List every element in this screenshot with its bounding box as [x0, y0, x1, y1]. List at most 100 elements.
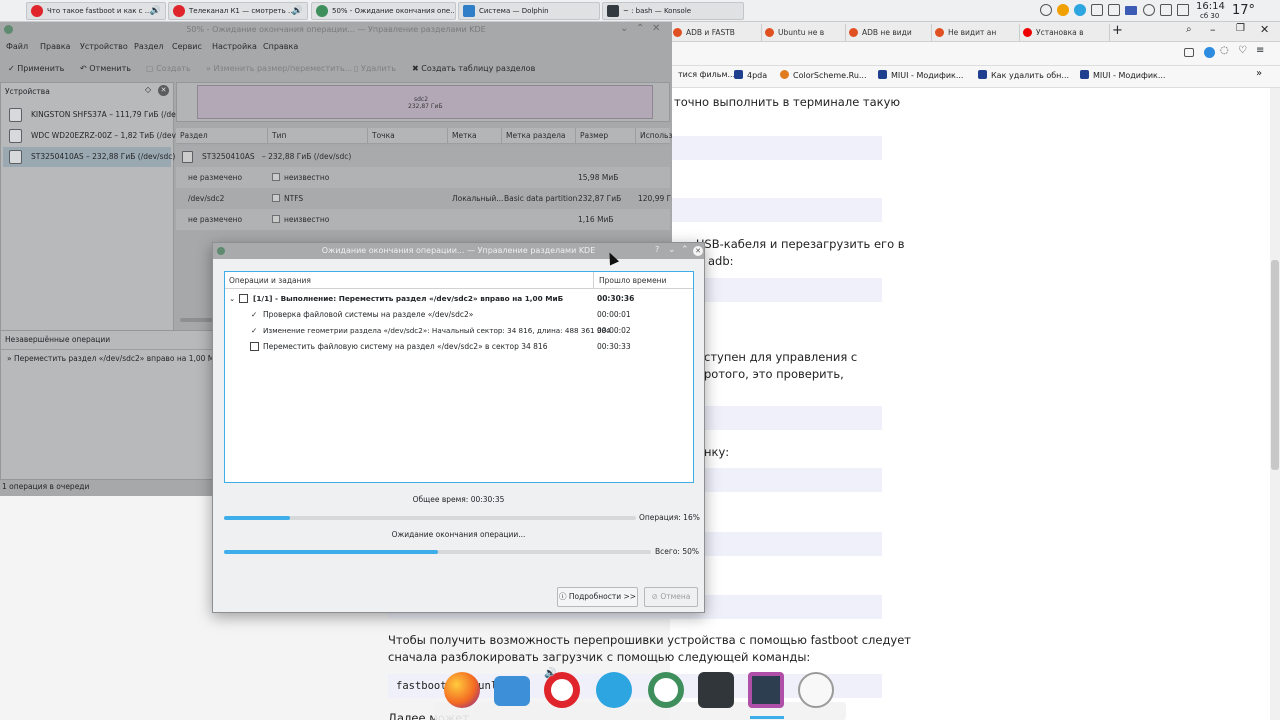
terminal-icon[interactable] — [698, 672, 734, 708]
browser-tab[interactable]: Ubuntu не в — [762, 24, 846, 41]
new-partition-table-button[interactable]: ✖ Создать таблицу разделов — [412, 64, 535, 73]
device-item[interactable]: KINGSTON SHFS37A – 111,79 ГиБ (/de... — [3, 105, 183, 125]
clipboard-icon[interactable] — [1091, 4, 1103, 16]
browser-tab[interactable]: Установка в — [1020, 24, 1110, 41]
vpn-icon[interactable] — [1204, 47, 1215, 58]
new-tab-button[interactable]: + — [1112, 23, 1123, 38]
minimize-icon[interactable]: ⌄ — [668, 245, 676, 255]
menu-partition[interactable]: Раздел — [134, 42, 164, 51]
create-button[interactable]: ▢ Создать — [146, 64, 191, 73]
collapse-icon[interactable]: ⌄ — [229, 291, 235, 307]
more-bookmarks-icon[interactable]: » — [1256, 68, 1262, 79]
task-partition-manager[interactable]: 50% - Ожидание окончания опе... — [311, 2, 456, 20]
telegram-icon[interactable] — [596, 672, 632, 708]
menu-device[interactable]: Устройство — [80, 42, 128, 51]
apply-button[interactable]: ✓ Применить — [8, 64, 64, 73]
device-item-selected[interactable]: ST3250410AS – 232,88 ГиБ (/dev/sdc) — [3, 147, 175, 167]
bookmark[interactable]: MIUI - Модифик... — [878, 70, 963, 80]
speaker-icon[interactable]: 🔊 — [150, 3, 161, 19]
updates-icon[interactable] — [1057, 4, 1069, 16]
battery-icon[interactable] — [1177, 4, 1189, 16]
menu-icon[interactable]: ≡ — [1256, 45, 1264, 56]
wallet-icon[interactable]: ◌ — [1220, 45, 1229, 56]
column-operations[interactable]: Операции и задания — [229, 272, 311, 289]
pending-operation-item[interactable]: » Переместить раздел «/dev/sdc2» вправо … — [7, 354, 224, 363]
job-row[interactable]: ✓ Проверка файловой системы на разделе «… — [225, 307, 693, 323]
total-percent: Всего: 50% — [655, 547, 699, 556]
maximize-icon[interactable]: ⌃ — [681, 245, 689, 255]
folder-icon[interactable] — [494, 676, 530, 706]
devices-panel: Устройства ◇ ✕ KINGSTON SHFS37A – 111,79… — [0, 82, 183, 332]
taskbar: Что такое fastboot и как с ... 🔊 Телекан… — [0, 0, 1280, 22]
minimize-icon[interactable]: ⌄ — [620, 23, 628, 34]
new-icon: ▢ — [146, 64, 157, 73]
table-row[interactable]: не размечено неизвестно 1,16 МиБ — [176, 209, 670, 230]
bluetooth-icon[interactable] — [1143, 4, 1155, 16]
job-row[interactable]: Переместить файловую систему на раздел «… — [225, 339, 693, 355]
maximize-icon[interactable]: ⌃ — [636, 23, 644, 34]
menu-edit[interactable]: Правка — [40, 42, 70, 51]
telegram-tray-icon[interactable] — [1074, 4, 1086, 16]
minimize-icon[interactable]: – — [1210, 23, 1216, 36]
camera-icon[interactable] — [1184, 48, 1194, 57]
bookmark[interactable]: MIUI - Модифик... — [1080, 70, 1165, 80]
task-dolphin[interactable]: Система — Dolphin — [458, 2, 600, 20]
column-elapsed[interactable]: Прошло времени — [599, 272, 666, 289]
help-icon[interactable]: ? — [655, 245, 659, 254]
close-icon[interactable]: ✕ — [652, 23, 660, 34]
partition-manager-icon[interactable] — [648, 672, 684, 708]
total-progress-bar — [224, 550, 651, 554]
restore-icon[interactable]: ❐ — [1236, 23, 1245, 34]
float-icon[interactable]: ◇ — [145, 85, 151, 94]
cancel-button[interactable]: ⊘ Отмена — [644, 587, 698, 607]
undo-icon: ↶ — [80, 64, 90, 73]
fs-color-swatch — [272, 173, 280, 181]
task-konsole[interactable]: ~ : bash — Konsole — [602, 2, 744, 20]
close-icon[interactable]: ✕ — [693, 246, 703, 256]
operation-row[interactable]: ⌄ [1/1] - Выполнение: Переместить раздел… — [225, 291, 693, 307]
bookmark[interactable]: ColorScheme.Ru... — [780, 70, 867, 80]
browser-tab[interactable]: ADB и FASTB — [670, 24, 762, 41]
browser-tab[interactable]: Не видит ан — [932, 24, 1020, 41]
speaker-icon[interactable]: 🔊 — [292, 3, 303, 19]
resize-move-button[interactable]: » Изменить размер/переместить... — [206, 64, 352, 73]
job-row[interactable]: ✓ Изменение геометрии раздела «/dev/sdc2… — [225, 323, 693, 339]
network-icon[interactable] — [1160, 4, 1172, 16]
menu-help[interactable]: Справка — [263, 42, 298, 51]
task-opera-fastboot[interactable]: Что такое fastboot и как с ... 🔊 — [26, 2, 166, 20]
search-icon[interactable]: ⌕ — [1186, 24, 1192, 35]
menu-tools[interactable]: Сервис — [172, 42, 202, 51]
bookmark[interactable]: тися фильм... — [678, 70, 735, 79]
weather-temperature[interactable]: 17° — [1232, 3, 1255, 18]
menu-file[interactable]: Файл — [6, 42, 28, 51]
keyboard-layout-icon[interactable] — [1125, 6, 1137, 15]
clock-icon[interactable] — [798, 672, 834, 708]
browser-tab[interactable]: ADB не види — [846, 24, 932, 41]
menu-settings[interactable]: Настройка — [212, 42, 257, 51]
close-icon[interactable]: ✕ — [1260, 23, 1269, 36]
task-opera-k1[interactable]: Телеканал К1 — смотреть ... 🔊 — [168, 2, 308, 20]
delete-button[interactable]: ▯ Удалить — [354, 64, 396, 73]
heart-icon[interactable]: ♡ — [1238, 45, 1247, 56]
disk-row[interactable]: ST3250410AS – 232,88 ГиБ (/dev/sdc) — [176, 146, 670, 167]
scrollbar-thumb[interactable] — [1271, 260, 1279, 470]
folder-icon — [463, 5, 475, 17]
screenshot-icon[interactable] — [748, 672, 784, 708]
details-button[interactable]: ⓘ Подробности >> — [557, 587, 638, 607]
partition-block[interactable]: sdc2 232,87 ГиБ — [197, 85, 653, 119]
undo-button[interactable]: ↶ Отменить — [80, 64, 131, 73]
bookmark[interactable]: Как удалить обн... — [978, 70, 1069, 80]
table-row[interactable]: /dev/sdc2 NTFS Локальный... Basic data p… — [176, 188, 672, 209]
bookmark[interactable]: 4pda — [734, 70, 767, 80]
notifications-icon[interactable] — [1040, 4, 1052, 16]
toolbar: ✓ Применить ↶ Отменить ▢ Создать » Измен… — [0, 57, 672, 79]
device-item[interactable]: WDC WD20EZRZ-00Z – 1,82 ТиБ (/dev... — [3, 126, 182, 146]
firefox-icon[interactable] — [444, 672, 480, 708]
partition-table-header: Раздел Тип Точка подключения Метка Метка… — [176, 128, 672, 156]
table-row[interactable]: не размечено неизвестно 15,98 МиБ — [176, 167, 670, 188]
clock-time[interactable]: 16:14 — [1196, 1, 1225, 12]
close-icon[interactable]: ✕ — [158, 85, 169, 96]
browser-tabstrip: ADB и FASTB Ubuntu не в ADB не види Не в… — [670, 22, 1280, 42]
harddisk-icon — [9, 150, 22, 164]
volume-icon[interactable] — [1108, 4, 1120, 16]
